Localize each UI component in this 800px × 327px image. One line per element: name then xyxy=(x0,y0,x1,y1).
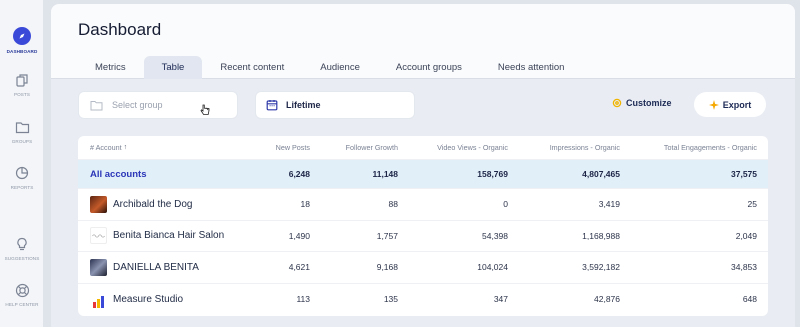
table-cell: 4,807,465 xyxy=(582,169,620,179)
cursor-hand-icon xyxy=(200,103,210,121)
tab-account-groups[interactable]: Account groups xyxy=(378,56,480,79)
sidebar-item-label: POSTS xyxy=(13,92,31,97)
sidebar: DASHBOARD POSTS GROUPS REPORTS SUGGESTIO… xyxy=(0,0,44,327)
sidebar-item-posts[interactable]: POSTS xyxy=(0,72,44,97)
customize-label: Customize xyxy=(626,98,672,108)
sidebar-item-help-center[interactable]: HELP CENTER xyxy=(0,282,44,307)
table-cell: 3,592,182 xyxy=(582,262,620,273)
date-range-select[interactable]: Lifetime xyxy=(255,91,415,119)
sidebar-item-label: SUGGESTIONS xyxy=(4,256,40,261)
avatar xyxy=(90,227,107,245)
table-cell: 1,757 xyxy=(376,230,398,241)
column-header-new-posts[interactable]: New Posts xyxy=(276,136,310,159)
table-cell: 158,769 xyxy=(477,169,508,179)
table-cell: 3,419 xyxy=(598,199,620,210)
sidebar-item-label: DASHBOARD xyxy=(6,49,38,54)
column-header-impressions[interactable]: Impressions - Organic xyxy=(550,136,620,159)
table-row[interactable]: Benita Bianca Hair Salon 1,490 1,757 54,… xyxy=(78,221,768,252)
tab-metrics[interactable]: Metrics xyxy=(77,56,144,79)
lightbulb-icon xyxy=(14,236,30,252)
sidebar-item-dashboard[interactable]: DASHBOARD xyxy=(0,27,44,54)
account-name[interactable]: Benita Bianca Hair Salon xyxy=(113,230,224,241)
account-name[interactable]: All accounts xyxy=(90,169,147,180)
table-cell: 135 xyxy=(383,294,398,305)
table-cell: 648 xyxy=(742,294,757,305)
column-header-total-engagements[interactable]: Total Engagements - Organic xyxy=(664,136,757,159)
sidebar-item-reports[interactable]: REPORTS xyxy=(0,165,44,190)
table-row[interactable]: Archibald the Dog 18 88 0 3,419 25 xyxy=(78,189,768,221)
table-cell: 104,024 xyxy=(477,262,508,273)
group-select[interactable]: Select group xyxy=(78,91,238,119)
tab-bar: Metrics Table Recent content Audience Ac… xyxy=(77,56,582,79)
posts-icon xyxy=(14,72,30,88)
measure-studio-logo-icon xyxy=(90,290,107,308)
page-title: Dashboard xyxy=(78,20,162,39)
table-row[interactable]: DANIELLA BENITA 4,621 9,168 104,024 3,59… xyxy=(78,252,768,284)
lifebuoy-icon xyxy=(14,282,30,298)
group-select-placeholder: Select group xyxy=(112,100,163,110)
account-name[interactable]: DANIELLA BENITA xyxy=(113,262,199,273)
export-button[interactable]: Export xyxy=(694,92,766,117)
table-cell: 113 xyxy=(296,294,310,305)
main-panel: Dashboard Metrics Table Recent content A… xyxy=(51,4,795,327)
sidebar-item-label: REPORTS xyxy=(10,185,34,190)
table-cell: 6,248 xyxy=(288,169,310,179)
table-cell: 11,148 xyxy=(372,169,398,179)
table-cell: 18 xyxy=(300,199,310,210)
avatar xyxy=(90,195,107,213)
sidebar-item-label: GROUPS xyxy=(11,139,33,144)
date-range-value: Lifetime xyxy=(286,100,321,110)
compass-icon xyxy=(13,27,31,45)
sidebar-item-suggestions[interactable]: SUGGESTIONS xyxy=(0,236,44,261)
table-cell: 4,621 xyxy=(288,262,310,273)
table-cell: 42,876 xyxy=(594,294,620,305)
export-label: Export xyxy=(722,99,752,110)
accounts-table: # Account ↑ New Posts Follower Growth Vi… xyxy=(78,136,768,316)
sidebar-item-label: HELP CENTER xyxy=(5,302,39,307)
table-cell: 2,049 xyxy=(735,230,757,241)
table-header-row: # Account ↑ New Posts Follower Growth Vi… xyxy=(78,136,768,160)
tab-recent-content[interactable]: Recent content xyxy=(202,56,302,79)
table-row-all-accounts[interactable]: All accounts 6,248 11,148 158,769 4,807,… xyxy=(78,160,768,189)
customize-button[interactable]: Customize xyxy=(612,98,672,108)
table-cell: 54,398 xyxy=(482,230,508,241)
pie-chart-icon xyxy=(14,165,30,181)
table-cell: 0 xyxy=(503,199,508,210)
column-header-follower-growth[interactable]: Follower Growth xyxy=(346,136,398,159)
table-cell: 25 xyxy=(747,199,757,210)
folder-icon xyxy=(14,119,30,135)
table-cell: 1,168,988 xyxy=(582,230,620,241)
sparkle-icon xyxy=(708,99,719,110)
account-name[interactable]: Archibald the Dog xyxy=(113,199,193,210)
tab-audience[interactable]: Audience xyxy=(302,56,378,79)
avatar xyxy=(90,258,107,276)
gear-icon xyxy=(612,98,622,108)
page-header: Dashboard Metrics Table Recent content A… xyxy=(51,4,795,79)
tab-needs-attention[interactable]: Needs attention xyxy=(480,56,583,79)
account-name[interactable]: Measure Studio xyxy=(113,294,183,305)
table-cell: 88 xyxy=(388,199,398,210)
table-cell: 37,575 xyxy=(731,169,757,179)
folder-icon xyxy=(90,100,103,111)
table-cell: 9,168 xyxy=(376,262,398,273)
tab-table[interactable]: Table xyxy=(143,56,203,79)
sidebar-item-groups[interactable]: GROUPS xyxy=(0,119,44,144)
column-header-account[interactable]: # Account ↑ xyxy=(90,136,127,159)
table-cell: 347 xyxy=(493,294,508,305)
table-cell: 1,490 xyxy=(288,230,310,241)
table-row[interactable]: Measure Studio 113 135 347 42,876 648 xyxy=(78,284,768,316)
sort-arrow-icon: ↑ xyxy=(123,144,128,151)
column-header-video-views[interactable]: Video Views - Organic xyxy=(437,136,508,159)
table-cell: 34,853 xyxy=(731,262,757,273)
calendar-icon xyxy=(266,99,278,111)
